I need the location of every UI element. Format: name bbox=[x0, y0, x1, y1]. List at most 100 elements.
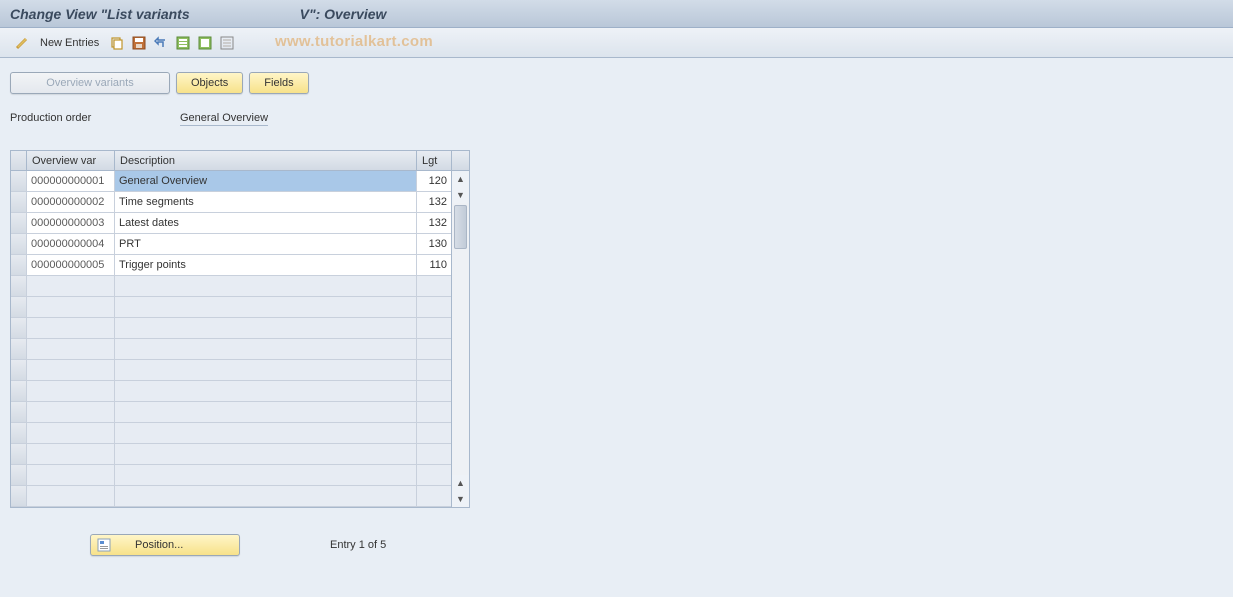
cell-lgt[interactable]: 110 bbox=[417, 255, 451, 275]
pencil-icon[interactable] bbox=[14, 35, 30, 51]
table-row[interactable]: 000000000003Latest dates132 bbox=[11, 213, 451, 234]
table-row[interactable]: 000000000002Time segments132 bbox=[11, 192, 451, 213]
cell-desc[interactable]: Trigger points bbox=[115, 255, 417, 275]
cell-var[interactable] bbox=[27, 318, 115, 338]
cell-desc[interactable]: General Overview bbox=[115, 171, 417, 191]
row-selector[interactable] bbox=[11, 444, 27, 464]
cell-var[interactable]: 000000000003 bbox=[27, 213, 115, 233]
cell-lgt[interactable]: 132 bbox=[417, 213, 451, 233]
cell-var[interactable] bbox=[27, 402, 115, 422]
cell-var[interactable] bbox=[27, 360, 115, 380]
cell-desc[interactable] bbox=[115, 318, 417, 338]
cell-var[interactable] bbox=[27, 339, 115, 359]
cell-lgt[interactable] bbox=[417, 381, 451, 401]
cell-desc[interactable]: PRT bbox=[115, 234, 417, 254]
table-row[interactable] bbox=[11, 444, 451, 465]
scroll-down-icon[interactable]: ▼ bbox=[452, 187, 469, 203]
row-selector[interactable] bbox=[11, 192, 27, 212]
cell-lgt[interactable]: 120 bbox=[417, 171, 451, 191]
col-overview-var[interactable]: Overview var bbox=[27, 151, 115, 170]
undo-icon[interactable] bbox=[153, 35, 169, 51]
cell-var[interactable] bbox=[27, 381, 115, 401]
row-selector[interactable] bbox=[11, 255, 27, 275]
cell-desc[interactable] bbox=[115, 444, 417, 464]
row-selector[interactable] bbox=[11, 297, 27, 317]
row-selector[interactable] bbox=[11, 381, 27, 401]
position-button[interactable]: Position... bbox=[90, 534, 240, 556]
cell-lgt[interactable] bbox=[417, 402, 451, 422]
cell-var[interactable]: 000000000002 bbox=[27, 192, 115, 212]
cell-desc[interactable] bbox=[115, 423, 417, 443]
scroll-up2-icon[interactable]: ▲ bbox=[452, 475, 469, 491]
cell-desc[interactable] bbox=[115, 297, 417, 317]
col-description[interactable]: Description bbox=[115, 151, 417, 170]
cell-var[interactable]: 000000000005 bbox=[27, 255, 115, 275]
scroll-thumb[interactable] bbox=[454, 205, 467, 249]
row-selector[interactable] bbox=[11, 339, 27, 359]
row-selector[interactable] bbox=[11, 318, 27, 338]
cell-desc[interactable] bbox=[115, 486, 417, 506]
cell-desc[interactable] bbox=[115, 381, 417, 401]
table-row[interactable] bbox=[11, 423, 451, 444]
table-row[interactable]: 000000000001General Overview120 bbox=[11, 171, 451, 192]
cell-lgt[interactable] bbox=[417, 360, 451, 380]
row-selector[interactable] bbox=[11, 486, 27, 506]
table-row[interactable] bbox=[11, 402, 451, 423]
table-row[interactable] bbox=[11, 339, 451, 360]
cell-var[interactable] bbox=[27, 486, 115, 506]
row-selector[interactable] bbox=[11, 171, 27, 191]
cell-var[interactable]: 000000000004 bbox=[27, 234, 115, 254]
row-selector[interactable] bbox=[11, 234, 27, 254]
table-row[interactable] bbox=[11, 276, 451, 297]
row-selector[interactable] bbox=[11, 360, 27, 380]
cell-desc[interactable] bbox=[115, 276, 417, 296]
cell-var[interactable]: 000000000001 bbox=[27, 171, 115, 191]
scroll-up-icon[interactable]: ▲ bbox=[452, 171, 469, 187]
cell-var[interactable] bbox=[27, 465, 115, 485]
new-entries-button[interactable]: New Entries bbox=[36, 35, 103, 51]
cell-desc[interactable]: Latest dates bbox=[115, 213, 417, 233]
table-row[interactable]: 000000000004PRT130 bbox=[11, 234, 451, 255]
row-selector[interactable] bbox=[11, 423, 27, 443]
cell-lgt[interactable] bbox=[417, 276, 451, 296]
table-row[interactable] bbox=[11, 486, 451, 507]
table-row[interactable] bbox=[11, 381, 451, 402]
save-icon[interactable] bbox=[131, 35, 147, 51]
scroll-track[interactable] bbox=[452, 203, 469, 475]
cell-desc[interactable] bbox=[115, 360, 417, 380]
deselect-all-icon[interactable] bbox=[219, 35, 235, 51]
objects-button[interactable]: Objects bbox=[176, 72, 243, 94]
cell-var[interactable] bbox=[27, 276, 115, 296]
cell-var[interactable] bbox=[27, 444, 115, 464]
scroll-down2-icon[interactable]: ▼ bbox=[452, 491, 469, 507]
cell-lgt[interactable] bbox=[417, 465, 451, 485]
table-row[interactable] bbox=[11, 465, 451, 486]
row-selector[interactable] bbox=[11, 213, 27, 233]
copy-icon[interactable] bbox=[109, 35, 125, 51]
cell-lgt[interactable]: 132 bbox=[417, 192, 451, 212]
select-all-header[interactable] bbox=[11, 151, 27, 170]
row-selector[interactable] bbox=[11, 402, 27, 422]
fields-button[interactable]: Fields bbox=[249, 72, 308, 94]
row-selector[interactable] bbox=[11, 276, 27, 296]
cell-desc[interactable] bbox=[115, 339, 417, 359]
select-all-icon[interactable] bbox=[175, 35, 191, 51]
cell-var[interactable] bbox=[27, 297, 115, 317]
cell-lgt[interactable] bbox=[417, 444, 451, 464]
cell-lgt[interactable]: 130 bbox=[417, 234, 451, 254]
table-row[interactable]: 000000000005Trigger points110 bbox=[11, 255, 451, 276]
cell-desc[interactable] bbox=[115, 465, 417, 485]
cell-lgt[interactable] bbox=[417, 339, 451, 359]
table-row[interactable] bbox=[11, 360, 451, 381]
cell-lgt[interactable] bbox=[417, 297, 451, 317]
select-block-icon[interactable] bbox=[197, 35, 213, 51]
cell-desc[interactable]: Time segments bbox=[115, 192, 417, 212]
col-lgt[interactable]: Lgt bbox=[417, 151, 451, 170]
cell-lgt[interactable] bbox=[417, 486, 451, 506]
cell-lgt[interactable] bbox=[417, 318, 451, 338]
cell-desc[interactable] bbox=[115, 402, 417, 422]
cell-lgt[interactable] bbox=[417, 423, 451, 443]
row-selector[interactable] bbox=[11, 465, 27, 485]
cell-var[interactable] bbox=[27, 423, 115, 443]
table-row[interactable] bbox=[11, 297, 451, 318]
